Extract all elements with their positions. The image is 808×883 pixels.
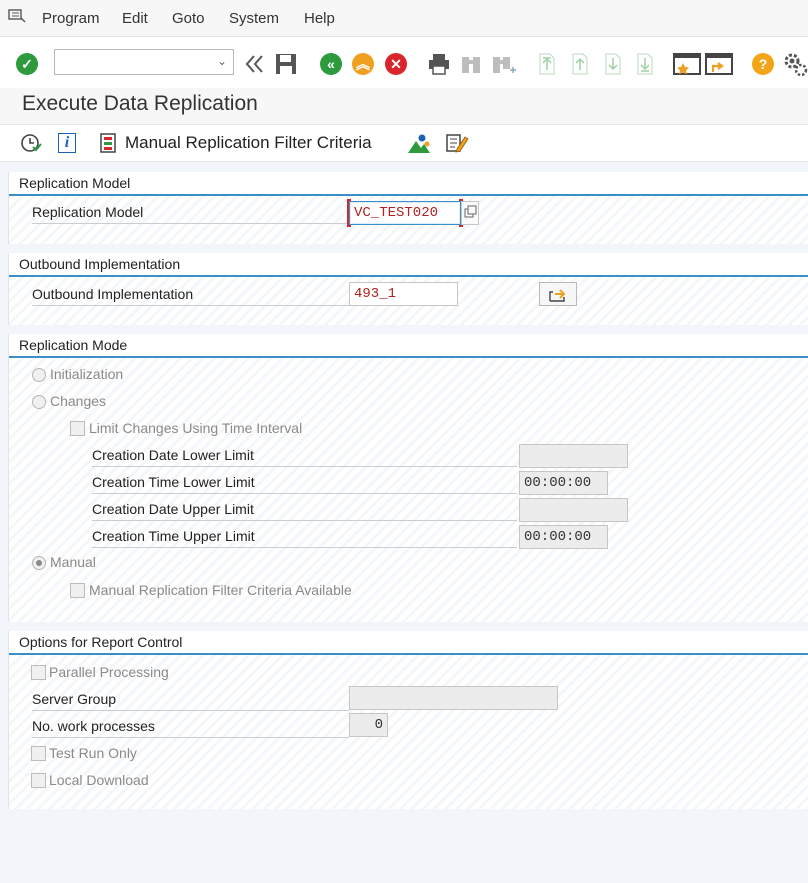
settings-icon[interactable] [782,51,808,77]
back-double-icon[interactable] [242,51,268,77]
outbound-implementation-label: Outbound Implementation [32,286,349,306]
chevron-down-icon[interactable]: ⌄ [217,54,227,68]
outbound-implementation-value: 493_1 [354,286,397,302]
creation-time-upper-label: Creation Time Upper Limit [92,528,517,548]
print-icon[interactable] [426,51,452,77]
group-replication-mode: Replication Mode Initialization Changes … [8,334,808,622]
test-run-label: Test Run Only [49,745,137,761]
replication-model-label: Replication Model [32,204,349,224]
work-processes-value: 0 [374,717,383,733]
group-body: Parallel Processing Server Group No. wor… [9,655,808,809]
group-body: Outbound Implementation 493_1 [9,277,808,325]
help-icon[interactable]: ? [750,51,776,77]
previous-page-icon[interactable] [567,51,593,77]
server-group-label: Server Group [32,691,349,711]
work-processes-input[interactable]: 0 [349,713,388,737]
local-download-checkbox[interactable] [31,773,46,788]
group-report-options: Options for Report Control Parallel Proc… [8,631,808,809]
manual-filter-available-label: Manual Replication Filter Criteria Avail… [89,582,352,598]
work-processes-label: No. work processes [32,718,349,738]
menu-system[interactable]: System [229,10,279,27]
navigate-icon [549,289,566,302]
server-group-input[interactable] [349,686,558,710]
title-bar: Execute Data Replication [0,88,808,125]
shortcut-icon[interactable] [705,51,733,77]
menu-goto[interactable]: Goto [172,10,205,27]
command-field[interactable]: ⌄ [54,49,234,75]
group-title-text: Replication Model [19,175,131,191]
standard-toolbar: ✓ ⌄ « ︽ ✕ ? [0,37,808,87]
group-title: Options for Report Control [9,631,808,655]
initialization-radio[interactable] [32,368,46,382]
changes-radio[interactable] [32,395,46,409]
creation-time-lower-input[interactable]: 00:00:00 [519,471,608,495]
group-body: Replication Model VC_TEST020 [9,196,808,244]
find-next-icon[interactable] [490,51,516,77]
creation-time-lower-label: Creation Time Lower Limit [92,474,517,494]
parallel-processing-checkbox[interactable] [31,665,46,680]
creation-time-upper-input[interactable]: 00:00:00 [519,525,608,549]
enter-icon[interactable]: ✓ [14,51,40,77]
focus-bracket-left [347,199,351,227]
manual-label: Manual [50,554,96,570]
manual-replication-filter-button[interactable]: Manual Replication Filter Criteria [125,133,372,153]
group-outbound-implementation: Outbound Implementation Outbound Impleme… [8,253,808,325]
creation-time-upper-value: 00:00:00 [524,529,592,545]
creation-date-upper-label: Creation Date Upper Limit [92,501,517,521]
group-title: Replication Mode [9,334,808,358]
replication-model-input[interactable]: VC_TEST020 [349,201,461,225]
save-icon[interactable] [273,51,299,77]
creation-date-lower-input[interactable] [519,444,628,468]
manual-filter-available-checkbox[interactable] [70,583,85,598]
menu-program[interactable]: Program [42,10,100,27]
test-run-checkbox[interactable] [31,746,46,761]
first-page-icon[interactable] [534,51,560,77]
menu-bar: Program Edit Goto System Help [0,0,808,37]
find-icon[interactable] [458,51,484,77]
replication-model-value: VC_TEST020 [354,205,439,221]
group-title-text: Replication Mode [19,337,128,353]
execute-background-icon[interactable] [20,132,42,157]
local-download-label: Local Download [49,772,149,788]
parallel-processing-label: Parallel Processing [49,664,169,680]
creation-date-upper-input[interactable] [519,498,628,522]
group-body: Initialization Changes Limit Changes Usi… [9,358,808,622]
menu-edit[interactable]: Edit [122,10,148,27]
initialization-label: Initialization [50,366,124,382]
page-title: Execute Data Replication [22,92,258,115]
group-replication-model: Replication Model Replication Model VC_T… [8,172,808,244]
filter-list-icon[interactable] [100,133,116,156]
back-icon[interactable]: « [318,51,344,77]
group-title: Replication Model [9,172,808,196]
application-toolbar: i Manual Replication Filter Criteria [0,125,808,162]
menu-icon[interactable] [8,8,26,24]
group-title-text: Options for Report Control [19,634,183,650]
manual-radio[interactable] [32,556,46,570]
navigate-button[interactable] [539,282,577,306]
last-page-icon[interactable] [632,51,658,77]
next-page-icon[interactable] [600,51,626,77]
exit-icon[interactable]: ︽ [350,51,376,77]
edit-variant-icon[interactable] [445,132,469,157]
create-session-icon[interactable] [673,51,701,77]
group-title-text: Outbound Implementation [19,256,181,272]
info-icon[interactable]: i [58,133,76,153]
value-help-icon[interactable] [461,201,479,225]
changes-label: Changes [50,393,107,409]
cancel-icon[interactable]: ✕ [383,51,409,77]
chart-icon[interactable] [407,133,431,158]
outbound-implementation-input[interactable]: 493_1 [349,282,458,306]
group-title: Outbound Implementation [9,253,808,277]
menu-help[interactable]: Help [304,10,335,27]
limit-changes-label: Limit Changes Using Time Interval [89,420,303,436]
limit-changes-checkbox[interactable] [70,421,85,436]
creation-date-lower-label: Creation Date Lower Limit [92,447,517,467]
creation-time-lower-value: 00:00:00 [524,475,592,491]
